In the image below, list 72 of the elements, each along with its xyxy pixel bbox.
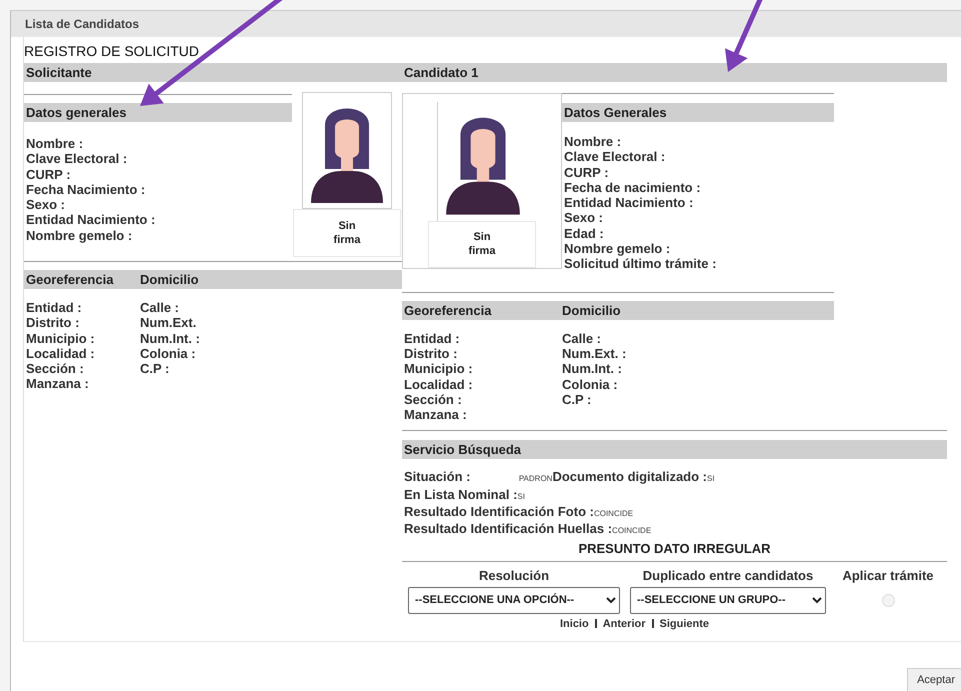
field-label: Sección : (404, 392, 463, 408)
signature-label: Sin firma (332, 219, 362, 247)
annotation-arrow (725, 0, 764, 72)
field-label: Num.Ext. (140, 315, 198, 331)
field-label: Entidad Nacimiento : (26, 212, 156, 228)
field-label: Resultado Identificación Foto : (404, 504, 594, 520)
field-label: Localidad : (26, 346, 96, 362)
section-title: Georeferencia (25, 272, 114, 287)
field-label: Nombre gemelo : (26, 228, 134, 244)
section-header: Candidato 1 (402, 63, 947, 82)
field-value: COINCIDE (612, 525, 652, 538)
field-label: Municipio : (404, 361, 474, 377)
field-label: Nombre : (564, 134, 622, 150)
field-label: Municipio : (26, 330, 96, 346)
field-label: Entidad Nacimiento : (564, 195, 694, 210)
section-title: Georeferencia (403, 302, 492, 318)
field-label: Nombre gemelo : (564, 241, 672, 256)
section-header: Datos Generales (562, 103, 834, 122)
column-label: Aplicar trámite (841, 568, 935, 583)
field-label: Sexo : (564, 210, 604, 226)
field-label: Clave Electoral : (564, 149, 666, 165)
field-label: Colonia : (140, 346, 197, 362)
field-value: COINCIDE (594, 508, 634, 520)
section-header: Solicitante (24, 63, 402, 82)
pagination-link[interactable]: Siguiente (660, 616, 710, 631)
field-label: CURP : (564, 164, 610, 180)
field-label: Nombre : (26, 136, 84, 152)
field-label: C.P : (562, 392, 592, 408)
irregular-data-notice: PRESUNTO DATO IRREGULAR (577, 540, 772, 556)
field-label: Num.Ext. : (562, 346, 626, 362)
resolution-dropdown[interactable]: --SELECCIONE UNA OPCIÓN-- (408, 586, 620, 614)
field-label: CURP : (26, 166, 72, 182)
field-value: SI (707, 473, 715, 486)
pagination-link[interactable]: Inicio (560, 616, 589, 631)
field-label: Calle : (140, 300, 180, 316)
field-label: Calle : (562, 330, 602, 346)
field-value: PADRON (518, 473, 552, 486)
field-label: Fecha de nacimiento : (564, 180, 702, 196)
field-label: Num.Int. : (140, 330, 200, 346)
section-header: Servicio Búsqueda (402, 440, 947, 460)
field-label: Resultado Identificación Huellas : (404, 521, 612, 537)
field-label: Num.Int. : (562, 361, 623, 377)
field-label: Clave Electoral : (26, 151, 128, 167)
window-title: Lista de Candidatos (25, 17, 140, 31)
field-label: Manzana : (26, 376, 90, 392)
column-label: Duplicado entre candidatos (642, 568, 814, 583)
accept-button[interactable]: Aceptar (907, 668, 961, 691)
section-header: Datos generales (24, 103, 292, 122)
field-label: Distrito : (404, 346, 458, 362)
field-label: Entidad : (404, 330, 461, 346)
field-label: Edad : (564, 226, 605, 242)
field-label: Sexo : (26, 197, 66, 212)
group-dropdown[interactable]: --SELECCIONE UN GRUPO-- (630, 586, 826, 614)
field-label: Situación : (404, 469, 470, 485)
field-label: Colonia : (562, 376, 619, 392)
section-title: Domicilio (139, 272, 199, 287)
pagination-link[interactable]: Anterior (602, 616, 646, 631)
field-label: Localidad : (404, 376, 474, 392)
section-title: Domicilio (561, 302, 621, 318)
field-label: Manzana : (404, 407, 468, 422)
field-label: Fecha Nacimiento : (26, 182, 146, 198)
field-label: En Lista Nominal : (404, 486, 518, 502)
field-label: Documento digitalizado : (552, 469, 708, 485)
field-label: Distrito : (26, 315, 80, 331)
signature-label: Sin firma (468, 230, 496, 258)
form-heading: REGISTRO DE SOLICITUD (24, 43, 200, 59)
field-label: Sección : (26, 361, 85, 376)
field-label: C.P : (140, 361, 170, 376)
field-value: SI (517, 490, 525, 503)
field-label: Solicitud último trámite : (564, 256, 718, 272)
column-label: Resolución (478, 568, 550, 583)
field-label: Entidad : (26, 300, 83, 316)
